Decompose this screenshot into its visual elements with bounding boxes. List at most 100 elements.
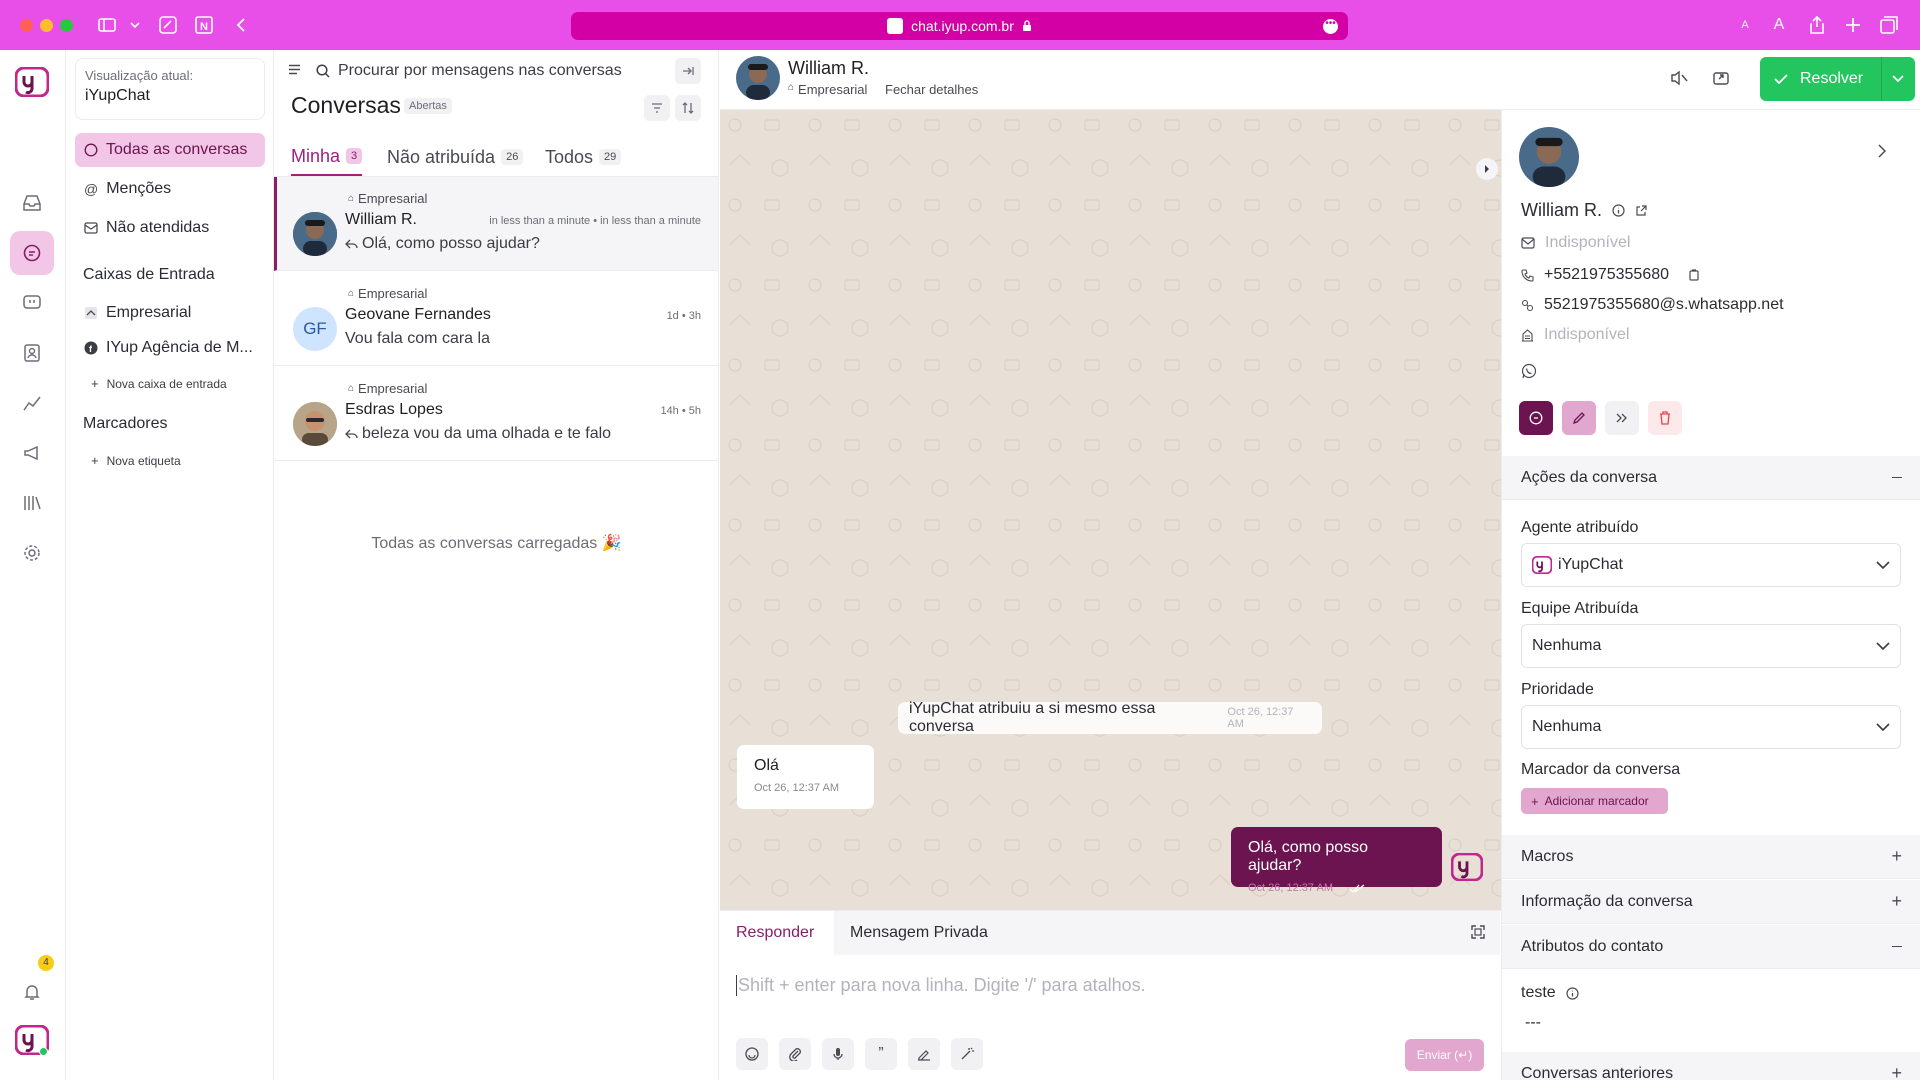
text-size-small-button[interactable]: A <box>1734 14 1756 36</box>
assigned-agent-select[interactable]: iYupChat <box>1521 543 1901 587</box>
app-logo[interactable] <box>10 60 54 104</box>
reports-icon[interactable] <box>10 381 54 425</box>
whatsapp-icon[interactable] <box>1521 363 1537 379</box>
zoom-window-button[interactable] <box>60 19 73 32</box>
external-link-icon[interactable] <box>1635 204 1647 217</box>
conversation-item[interactable]: GF ⌂ Empresarial Geovane Fernandes 1d • … <box>274 272 718 366</box>
send-transcript-icon[interactable] <box>1712 70 1730 86</box>
tab-overview-icon[interactable] <box>1878 14 1900 36</box>
new-label-button[interactable]: + Nova etiqueta <box>91 453 181 468</box>
close-window-button[interactable] <box>20 19 33 32</box>
hamburger-icon[interactable] <box>288 64 301 75</box>
sidebar-item-mentions[interactable]: @ Menções <box>75 172 265 206</box>
panel-collapse-chevron-icon[interactable] <box>1878 144 1886 158</box>
edit-contact-button[interactable] <box>1562 401 1596 435</box>
conversation-item[interactable]: ⌂ Empresarial Esdras Lopes 14h • 5h bele… <box>274 367 718 461</box>
conversation-info-section[interactable]: Informação da conversa + <box>1502 880 1920 924</box>
contact-name-row: William R. <box>1521 200 1647 221</box>
avatar-initials: GF <box>303 319 327 338</box>
minimize-window-button[interactable] <box>40 19 53 32</box>
svg-text:N: N <box>200 21 208 33</box>
info-icon[interactable] <box>1612 204 1625 217</box>
quote-icon[interactable]: ” <box>865 1038 897 1070</box>
inbox-icon[interactable] <box>10 181 54 225</box>
new-message-button[interactable] <box>1519 401 1553 435</box>
mute-icon[interactable] <box>1670 70 1688 86</box>
sidebar-toggle-icon[interactable] <box>96 14 118 36</box>
collapse-list-icon[interactable] <box>675 58 701 84</box>
chevron-down-icon[interactable] <box>124 14 146 36</box>
conversation-last-message: Vou fala com cara la <box>345 330 490 347</box>
notifications-bell-icon[interactable] <box>10 970 54 1014</box>
resolve-button[interactable]: Resolver <box>1760 57 1915 101</box>
chevron-down-icon[interactable] <box>1892 75 1904 83</box>
back-icon[interactable] <box>230 14 252 36</box>
filter-icon[interactable] <box>644 95 670 121</box>
signature-icon[interactable] <box>908 1038 940 1070</box>
tab-count: 29 <box>599 149 622 165</box>
priority-select[interactable]: Nenhuma <box>1521 705 1901 749</box>
captain-icon[interactable] <box>10 281 54 325</box>
expand-editor-icon[interactable] <box>1471 925 1485 939</box>
attachment-icon[interactable] <box>779 1038 811 1070</box>
primary-nav-rail: 4 <box>0 50 66 1080</box>
search-input[interactable]: Procurar por mensagens nas conversas <box>316 58 666 84</box>
conversations-icon[interactable] <box>10 231 54 275</box>
add-tag-button[interactable]: + Adicionar marcador <box>1521 788 1668 814</box>
tab-private-note[interactable]: Mensagem Privada <box>834 911 1500 955</box>
text-size-large-button[interactable]: A <box>1768 14 1790 36</box>
tab-all[interactable]: Todos 29 <box>545 138 622 176</box>
resolve-dropdown-divider <box>1881 57 1882 101</box>
message-input[interactable]: Shift + enter para nova linha. Digite '/… <box>736 975 1486 996</box>
sidebar-inbox-empresarial[interactable]: Empresarial <box>75 296 265 330</box>
ai-assist-icon[interactable] <box>951 1038 983 1070</box>
assigned-team-select[interactable]: Nenhuma <box>1521 624 1901 668</box>
library-icon[interactable] <box>10 481 54 525</box>
copy-icon[interactable] <box>1689 269 1699 281</box>
attribute-value[interactable]: --- <box>1525 1014 1541 1032</box>
notion-extension-icon[interactable]: N <box>193 14 215 36</box>
tab-reply[interactable]: Responder <box>720 911 831 955</box>
delete-contact-button[interactable] <box>1648 401 1682 435</box>
address-bar[interactable]: chat.iyup.com.br ••• <box>571 12 1348 40</box>
sidebar-item-all-conversations[interactable]: Todas as conversas <box>75 133 265 167</box>
notifications-badge: 4 <box>38 955 54 971</box>
sort-icon[interactable] <box>675 95 701 121</box>
new-inbox-label: Nova caixa de entrada <box>106 376 227 391</box>
close-details-link[interactable]: Fechar detalhes <box>885 82 978 97</box>
contact-attributes-section[interactable]: Atributos do contato <box>1502 925 1920 969</box>
attribute-name: teste <box>1521 984 1556 1001</box>
conversation-item[interactable]: ⌂ Empresarial William R. in less than a … <box>274 177 718 271</box>
share-icon[interactable] <box>1806 14 1828 36</box>
send-button[interactable]: Enviar (↵) <box>1405 1039 1484 1071</box>
search-icon <box>316 64 330 78</box>
reader-extension-icon[interactable] <box>157 14 179 36</box>
macros-section[interactable]: Macros + <box>1502 835 1920 879</box>
microphone-icon[interactable] <box>822 1038 854 1070</box>
attribute-row: teste <box>1521 984 1579 1002</box>
current-view-selector[interactable]: Visualização atual: iYupChat <box>75 58 265 120</box>
new-inbox-button[interactable]: + Nova caixa de entrada <box>91 376 227 391</box>
tab-mine[interactable]: Minha 3 <box>291 138 363 176</box>
contacts-icon[interactable] <box>10 331 54 375</box>
previous-conversations-section[interactable]: Conversas anteriores + <box>1502 1052 1920 1080</box>
outgoing-message-bubble[interactable]: Olá, como posso ajudar? Oct 26, 12:37 AM <box>1231 827 1442 894</box>
settings-gear-icon[interactable] <box>10 531 54 575</box>
more-icon[interactable]: ••• <box>1323 19 1338 34</box>
incoming-message-bubble[interactable]: Olá Oct 26, 12:37 AM <box>737 745 874 809</box>
tab-unassigned[interactable]: Não atribuída 26 <box>387 138 524 176</box>
new-tab-icon[interactable] <box>1842 14 1864 36</box>
assigned-agent-label: Agente atribuído <box>1521 519 1639 536</box>
sidebar-inbox-iyup-agencia[interactable]: f IYup Agência de M... <box>75 331 265 365</box>
contact-avatar[interactable] <box>736 56 780 100</box>
conversation-actions-section[interactable]: Ações da conversa <box>1502 456 1920 500</box>
status-filter-badge[interactable]: Abertas <box>404 98 452 114</box>
emoji-icon[interactable] <box>736 1038 768 1070</box>
campaigns-icon[interactable] <box>10 431 54 475</box>
chat-contact-name: William R. <box>788 58 869 78</box>
sidebar-item-unattended[interactable]: Não atendidas <box>75 211 265 245</box>
info-icon[interactable] <box>1566 986 1579 1000</box>
merge-contact-button[interactable] <box>1605 401 1639 435</box>
user-avatar[interactable] <box>10 1018 54 1062</box>
expand-panel-button[interactable] <box>1476 158 1498 180</box>
